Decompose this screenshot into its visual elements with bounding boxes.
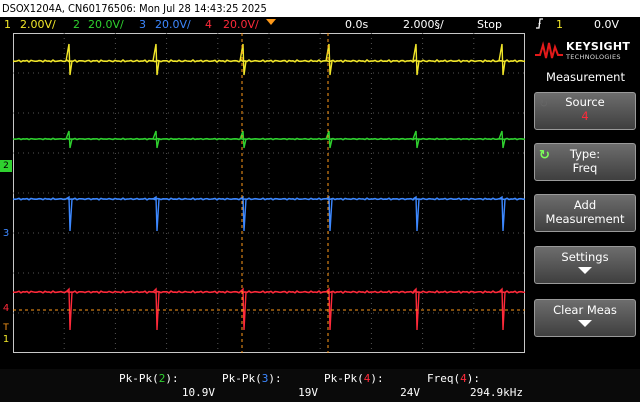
ch1-trace-spike — [65, 43, 73, 76]
softkey-panel: KEYSIGHT TECHNOLOGIES Measurement ↻ Sour… — [531, 33, 640, 368]
source-label: Source — [565, 95, 605, 109]
ch1-trace-spike — [239, 43, 247, 76]
settings-label: Settings — [561, 250, 609, 264]
rising-edge-icon — [535, 17, 544, 34]
submenu-arrow-icon — [578, 320, 592, 327]
ch1-trace-spike — [498, 43, 506, 76]
instrument-title: DSOX1204A, CN60176506: Mon Jul 28 14:43:… — [2, 2, 267, 15]
submenu-arrow-icon — [578, 267, 592, 274]
source-value: 4 — [581, 109, 589, 123]
keysight-logo: KEYSIGHT TECHNOLOGIES — [534, 39, 637, 63]
ch3-trace-spike — [412, 195, 420, 232]
trigger-level[interactable]: 0.0V — [594, 17, 619, 32]
ch1-trace-spike — [325, 43, 333, 76]
ch1-trace — [13, 58, 525, 63]
type-label: Type: — [569, 147, 601, 161]
ch2-scale[interactable]: 20.0V/ — [88, 17, 124, 32]
ch2-trace — [13, 137, 525, 141]
trigger-position-marker — [266, 19, 276, 25]
ch2-ground-marker[interactable]: 2 — [0, 160, 12, 172]
add-label-2: Measurement — [545, 212, 625, 226]
ch3-trace-spike — [325, 195, 333, 232]
ch1-number[interactable]: 1 — [4, 17, 11, 32]
waveform-display[interactable] — [13, 33, 525, 353]
source-softkey[interactable]: ↻ Source 4 — [534, 92, 636, 130]
trigger-level-marker[interactable]: T — [0, 322, 12, 334]
measurement-1-value: 10.9V — [181, 386, 215, 399]
rotate-knob-icon: ↻ — [539, 148, 550, 163]
ch4-ground-marker[interactable]: 4 — [0, 303, 12, 315]
ch1-scale[interactable]: 2.00V/ — [20, 17, 56, 32]
time-delay[interactable]: 0.0s — [345, 17, 368, 32]
measurement-4-label[interactable]: Freq(4): — [427, 372, 480, 385]
add-label-1: Add — [573, 198, 597, 212]
measurement-3-value: 24V — [400, 386, 420, 399]
time-scale[interactable]: 2.000§/ — [403, 17, 444, 32]
add-measurement-softkey[interactable]: Add Measurement — [534, 194, 636, 232]
ch1-trace-spike — [412, 43, 420, 76]
measurement-1-label[interactable]: Pk-Pk(2): — [119, 372, 179, 385]
clear-label: Clear Meas — [553, 303, 617, 317]
trigger-source[interactable]: 1 — [556, 17, 563, 32]
ch3-number[interactable]: 3 — [139, 17, 146, 32]
type-value: Freq — [572, 161, 598, 175]
rotate-knob-icon: ↻ — [539, 97, 549, 110]
ch1-ground-marker[interactable]: 1 — [0, 334, 12, 346]
channel-header: 1 2.00V/ 2 20.0V/ 3 20.0V/ 4 20.0V/ 0.0s… — [0, 17, 640, 32]
ch4-scale[interactable]: 20.0V/ — [223, 17, 259, 32]
measurement-2-label[interactable]: Pk-Pk(3): — [222, 372, 282, 385]
clear-meas-softkey[interactable]: Clear Meas — [534, 299, 636, 337]
ch3-trace-spike — [152, 195, 160, 232]
ch1-trace-spike — [152, 43, 160, 76]
ch3-ground-marker[interactable]: 3 — [0, 228, 12, 240]
brand-name: KEYSIGHT — [566, 40, 631, 53]
ch4-trace — [13, 289, 525, 294]
menu-title: Measurement — [546, 70, 625, 84]
ch3-trace-spike — [65, 195, 73, 232]
grid-lines — [13, 33, 525, 353]
ch3-trace — [13, 197, 525, 201]
measurement-4-value: 294.9kHz — [470, 386, 523, 399]
brand-sub: TECHNOLOGIES — [566, 53, 621, 61]
measurement-bar: Pk-Pk(2): 10.9V Pk-Pk(3): 19V Pk-Pk(4): … — [0, 369, 640, 402]
measurement-2-value: 19V — [298, 386, 318, 399]
settings-softkey[interactable]: Settings — [534, 246, 636, 284]
ch2-number[interactable]: 2 — [73, 17, 80, 32]
ch4-number[interactable]: 4 — [205, 17, 212, 32]
type-softkey[interactable]: ↻ Type: Freq — [534, 143, 636, 181]
acquisition-status[interactable]: Stop — [477, 17, 502, 32]
ch3-trace-spike — [239, 195, 247, 232]
measurement-3-label[interactable]: Pk-Pk(4): — [324, 372, 384, 385]
ch3-scale[interactable]: 20.0V/ — [155, 17, 191, 32]
title-bar: DSOX1204A, CN60176506: Mon Jul 28 14:43:… — [0, 0, 640, 17]
ch3-trace-spike — [498, 195, 506, 232]
keysight-wave-icon — [535, 41, 563, 59]
